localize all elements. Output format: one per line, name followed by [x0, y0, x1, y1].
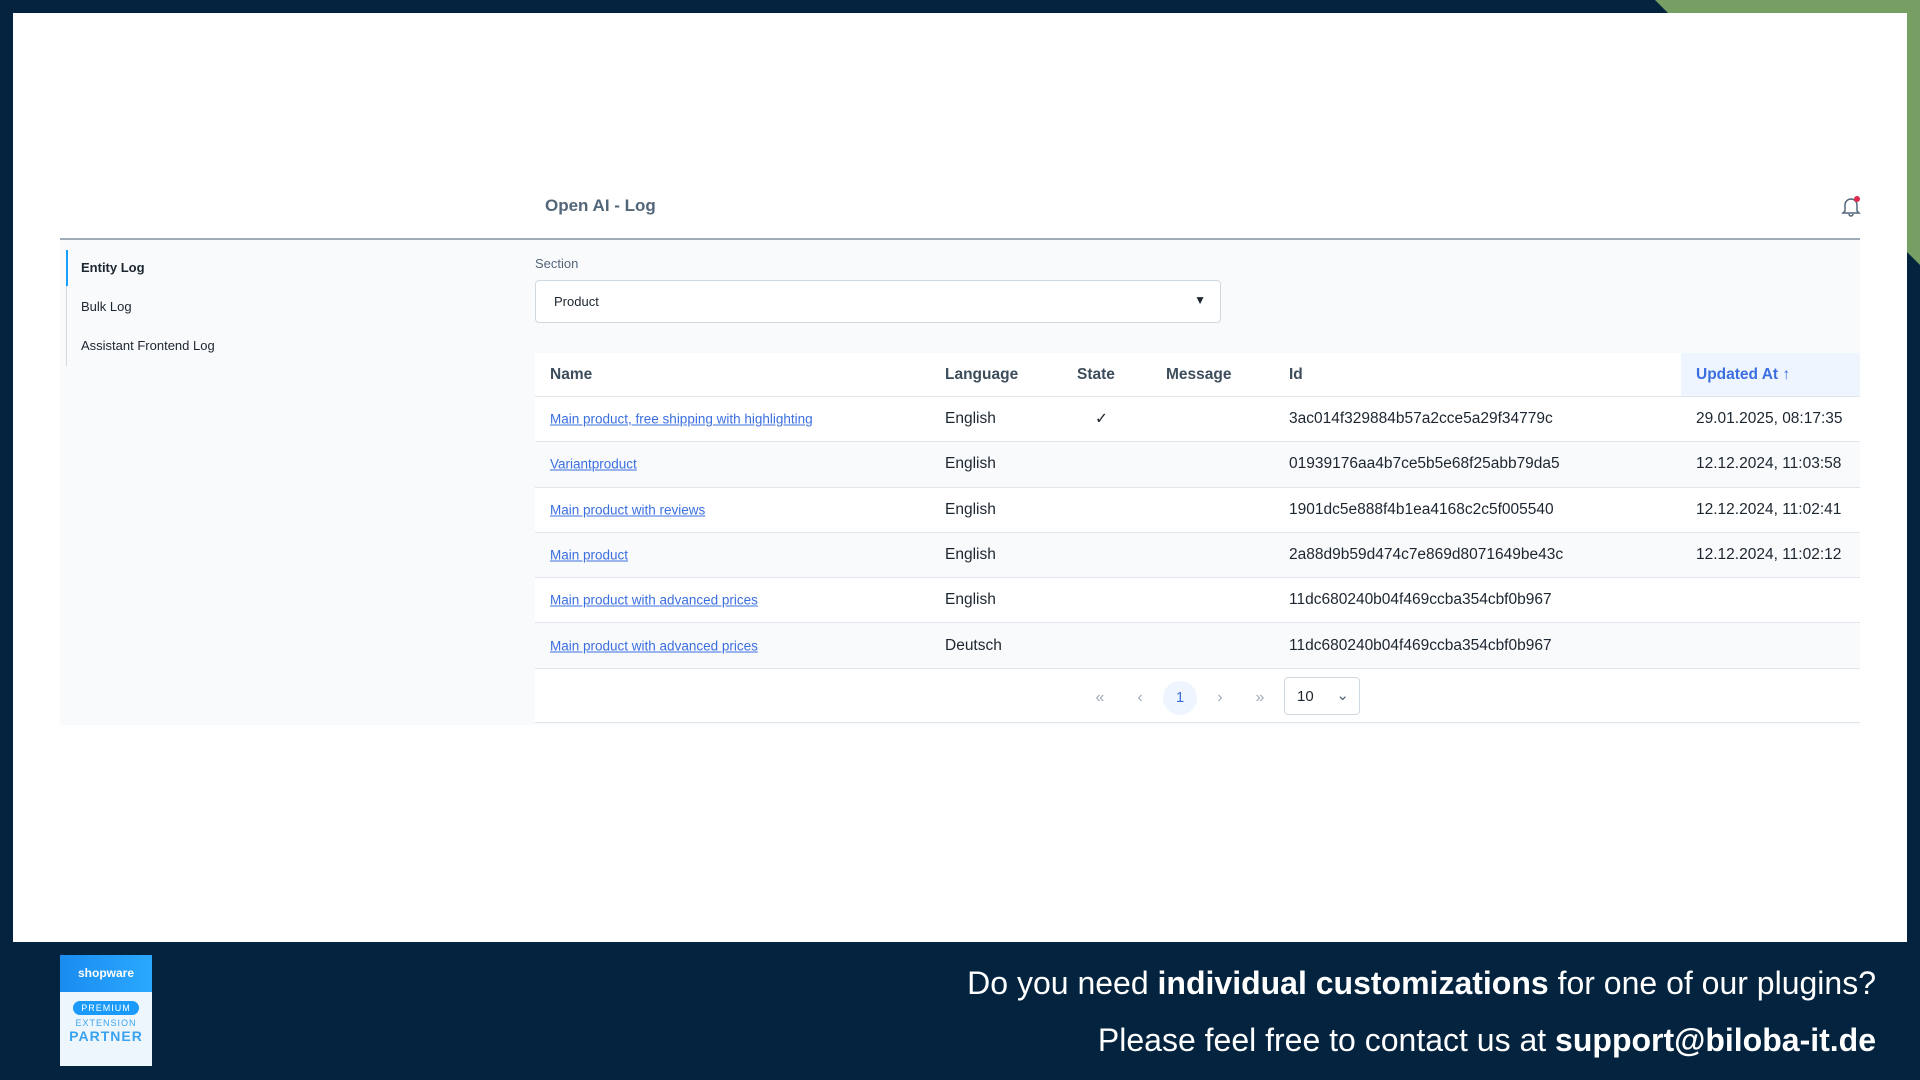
badge-line1: EXTENSION	[75, 1018, 137, 1028]
prev-page-button[interactable]: ‹	[1123, 681, 1157, 715]
product-link[interactable]: Main product	[550, 548, 628, 563]
id-cell: 2a88d9b59d474c7e869d8071649be43c	[1289, 546, 1564, 564]
id-cell: 1901dc5e888f4b1ea4168c2c5f005540	[1289, 500, 1554, 518]
updated-at-cell: 12.12.2024, 11:02:12	[1696, 546, 1842, 564]
col-name[interactable]: Name	[550, 366, 592, 384]
col-language[interactable]: Language	[945, 366, 1018, 384]
footer-line-2: Please feel free to contact us at suppor…	[1098, 1022, 1876, 1059]
footer-text: for one of our plugins?	[1548, 965, 1876, 1001]
id-cell: 11dc680240b04f469ccba354cbf0b967	[1289, 636, 1552, 654]
sidebar-item-assistant-frontend-log[interactable]: Assistant Frontend Log	[81, 338, 215, 353]
chevron-down-icon: ⌄	[1336, 686, 1349, 704]
id-cell: 01939176aa4b7ce5b5e68f25abb79da5	[1289, 455, 1560, 473]
updated-at-cell: 12.12.2024, 11:03:58	[1696, 455, 1842, 473]
product-link[interactable]: Main product with advanced prices	[550, 593, 758, 608]
product-link[interactable]: Main product with reviews	[550, 502, 705, 517]
support-email[interactable]: support@biloba-it.de	[1555, 1022, 1876, 1058]
next-page-button[interactable]: ›	[1203, 681, 1237, 715]
col-state[interactable]: State	[1077, 366, 1115, 384]
chevron-down-icon: ▼	[1194, 293, 1206, 307]
last-page-button[interactable]: »	[1243, 681, 1277, 715]
id-cell: 11dc680240b04f469ccba354cbf0b967	[1289, 591, 1552, 609]
footer-text: Please feel free to contact us at	[1097, 1022, 1556, 1058]
shopware-partner-badge: shopware PREMIUM EXTENSION PARTNER	[60, 955, 152, 1066]
sort-ascending-icon: ↑	[1782, 365, 1791, 383]
language-cell: English	[945, 410, 996, 428]
log-table: Name Language State Message Id Updated A…	[535, 353, 1860, 723]
table-row: Main product, free shipping with highlig…	[535, 397, 1860, 443]
page-title: Open AI - Log	[545, 196, 656, 215]
per-page-select[interactable]: 10 ⌄	[1284, 676, 1360, 715]
col-updated-at[interactable]: Updated At ↑	[1696, 366, 1790, 384]
table-row: Main product with reviews English 1901dc…	[535, 488, 1860, 533]
section-value: Product	[554, 294, 599, 309]
table-row: Main product English 2a88d9b59d474c7e869…	[535, 532, 1860, 579]
section-label: Section	[535, 256, 579, 271]
table-header: Name Language State Message Id Updated A…	[535, 353, 1860, 397]
language-cell: English	[945, 500, 996, 518]
language-cell: English	[945, 455, 996, 473]
table-row: Variantproduct English 01939176aa4b7ce5b…	[535, 442, 1860, 488]
language-cell: English	[945, 591, 996, 609]
product-link[interactable]: Main product, free shipping with highlig…	[550, 412, 813, 427]
col-updated-at-label: Updated At	[1696, 365, 1779, 383]
badge-line2: PARTNER	[69, 1028, 143, 1044]
updated-at-cell: 12.12.2024, 11:02:41	[1696, 500, 1842, 518]
language-cell: English	[945, 546, 996, 564]
product-link[interactable]: Variantproduct	[550, 457, 637, 472]
col-id[interactable]: Id	[1289, 366, 1303, 384]
col-message[interactable]: Message	[1166, 366, 1231, 384]
sidebar-item-bulk-log[interactable]: Bulk Log	[81, 299, 132, 314]
section-select[interactable]: Product ▼	[535, 280, 1221, 323]
product-link[interactable]: Main product with advanced prices	[550, 638, 758, 653]
per-page-value: 10	[1297, 687, 1314, 705]
bell-icon[interactable]	[1840, 195, 1862, 217]
footer-bold: individual customizations	[1157, 965, 1549, 1001]
footer-line-1: Do you need individual customizations fo…	[967, 965, 1876, 1002]
language-cell: Deutsch	[945, 636, 1002, 654]
sidebar-item-entity-log[interactable]: Entity Log	[81, 260, 145, 275]
table-row: Main product with advanced prices Englis…	[535, 578, 1860, 624]
active-indicator	[66, 250, 68, 286]
table-row: Main product with advanced prices Deutsc…	[535, 623, 1860, 669]
first-page-button[interactable]: «	[1083, 681, 1117, 715]
pagination: « ‹ 1 › » 10 ⌄	[535, 669, 1860, 723]
updated-at-cell: 29.01.2025, 08:17:35	[1696, 410, 1843, 428]
id-cell: 3ac014f329884b57a2cce5a29f34779c	[1289, 410, 1553, 428]
badge-tier: PREMIUM	[73, 1001, 139, 1015]
footer-text: Do you need	[967, 965, 1158, 1001]
badge-brand: shopware	[60, 955, 152, 992]
state-check-icon: ✓	[1095, 410, 1108, 428]
page-1-button[interactable]: 1	[1163, 680, 1197, 715]
